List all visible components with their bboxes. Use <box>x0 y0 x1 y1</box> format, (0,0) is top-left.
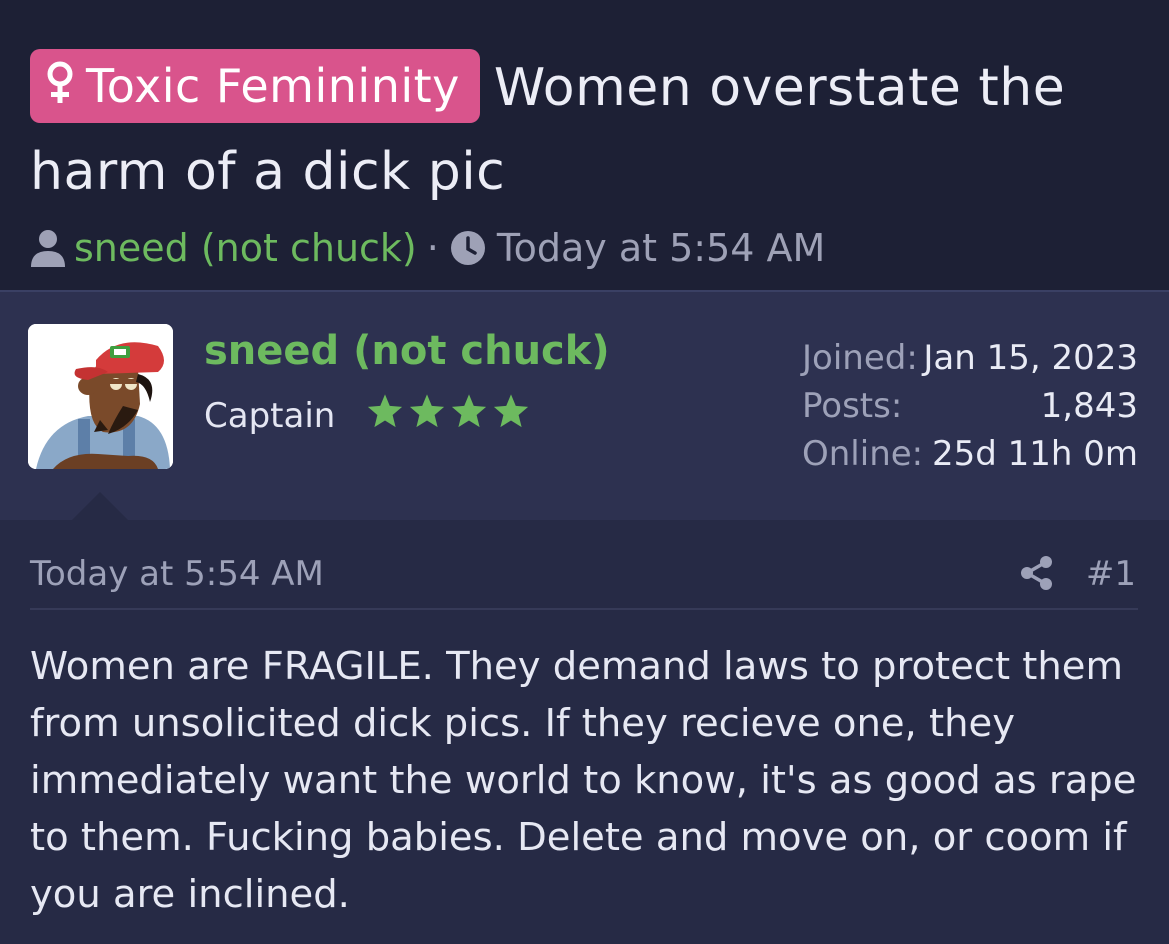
stat-label: Joined: <box>802 338 918 378</box>
user-rank: Captain <box>204 396 336 436</box>
user-icon <box>31 230 65 267</box>
rank-stars <box>366 392 530 430</box>
thread-meta: sneed (not chuck) · Today at 5:54 AM <box>30 226 825 270</box>
share-icon[interactable] <box>1018 554 1056 592</box>
stat-value: Jan 15, 2023 <box>923 338 1138 378</box>
thread-header: Toxic Femininity Women overstate the harm… <box>0 0 1169 290</box>
star-icon <box>409 394 445 428</box>
clock-icon <box>450 231 485 265</box>
meta-separator: · <box>426 226 439 270</box>
star-icon <box>493 394 529 428</box>
stat-row-joined: Joined: Jan 15, 2023 <box>802 334 1138 382</box>
venus-icon <box>47 61 73 103</box>
thread-title: Toxic Femininity Women overstate the harm… <box>30 46 1140 214</box>
thread-author-link[interactable]: sneed (not chuck) <box>74 226 417 270</box>
user-stats: Joined: Jan 15, 2023 Posts: 1,843 Online… <box>802 334 1138 478</box>
stat-row-posts: Posts: 1,843 <box>802 382 1138 430</box>
post-pointer-arrow <box>72 492 128 520</box>
post-body: Women are FRAGILE. They demand laws to p… <box>30 644 1137 917</box>
post-date[interactable]: Today at 5:54 AM <box>30 554 324 594</box>
stat-label: Posts: <box>802 386 903 426</box>
avatar[interactable] <box>28 324 173 469</box>
post-number-link[interactable]: #1 <box>1086 554 1136 594</box>
stat-row-online: Online: 25d 11h 0m <box>802 430 1138 478</box>
stat-value: 1,843 <box>1040 386 1138 426</box>
star-icon <box>367 394 403 428</box>
avatar-image <box>28 324 173 469</box>
post-author-username[interactable]: sneed (not chuck) <box>204 328 610 374</box>
thread-date[interactable]: Today at 5:54 AM <box>497 226 825 270</box>
post: Today at 5:54 AM #1 Women are FRAGILE. T… <box>0 520 1169 944</box>
thread-prefix-badge[interactable]: Toxic Femininity <box>30 49 480 123</box>
user-card: sneed (not chuck) Captain Joined: Jan 15… <box>0 290 1169 522</box>
post-divider <box>30 608 1138 610</box>
star-icon <box>451 394 487 428</box>
stat-value: 25d 11h 0m <box>931 434 1138 474</box>
thread-prefix-label: Toxic Femininity <box>86 59 460 113</box>
stat-label: Online: <box>802 434 924 474</box>
